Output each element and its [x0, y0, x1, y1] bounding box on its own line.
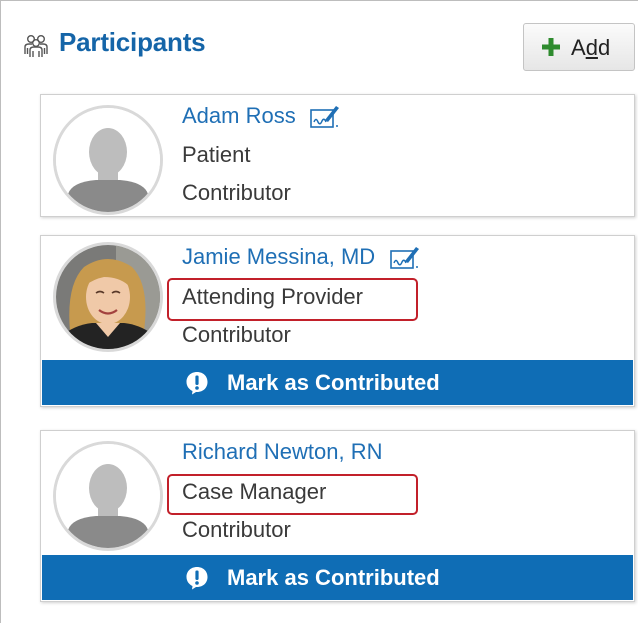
participant-type: Contributor — [182, 180, 291, 205]
participant-type: Contributor — [182, 322, 291, 347]
participant-role: Patient — [182, 142, 251, 167]
participant-name-link[interactable]: Adam Ross — [182, 103, 296, 128]
default-avatar — [53, 441, 163, 551]
mark-as-contributed-label: Mark as Contributed — [227, 565, 440, 590]
signature-icon[interactable] — [310, 103, 340, 129]
participants-group-icon — [24, 35, 48, 57]
participant-name-row: Adam Ross — [182, 103, 340, 135]
participant-role: Case Manager — [182, 479, 327, 504]
participants-panel: Participants Add Adam Ross Patient Contr… — [0, 0, 638, 623]
panel-header: Participants Add — [1, 1, 638, 83]
default-avatar — [53, 105, 163, 215]
page-title: Participants — [59, 27, 206, 57]
participant-card: Richard Newton, RN Case Manager Contribu… — [40, 430, 635, 602]
photo-avatar — [53, 242, 163, 352]
alert-icon — [186, 567, 208, 590]
mark-as-contributed-label: Mark as Contributed — [227, 370, 440, 395]
alert-icon — [186, 372, 208, 395]
plus-icon — [542, 38, 560, 56]
participant-card: Jamie Messina, MD Attending Provider Con… — [40, 235, 635, 407]
add-participant-button[interactable]: Add — [523, 23, 635, 71]
participant-name-row: Richard Newton, RN — [182, 439, 383, 471]
participant-name-link[interactable]: Richard Newton, RN — [182, 439, 383, 464]
mark-as-contributed-button[interactable]: Mark as Contributed — [42, 360, 633, 405]
participant-name-link[interactable]: Jamie Messina, MD — [182, 244, 375, 269]
add-button-label: Add — [571, 35, 611, 60]
mark-as-contributed-button[interactable]: Mark as Contributed — [42, 555, 633, 600]
participant-role: Attending Provider — [182, 284, 363, 309]
participant-name-row: Jamie Messina, MD — [182, 244, 420, 276]
participant-card: Adam Ross Patient Contributor — [40, 94, 635, 217]
signature-icon[interactable] — [389, 244, 420, 270]
participant-type: Contributor — [182, 517, 291, 542]
